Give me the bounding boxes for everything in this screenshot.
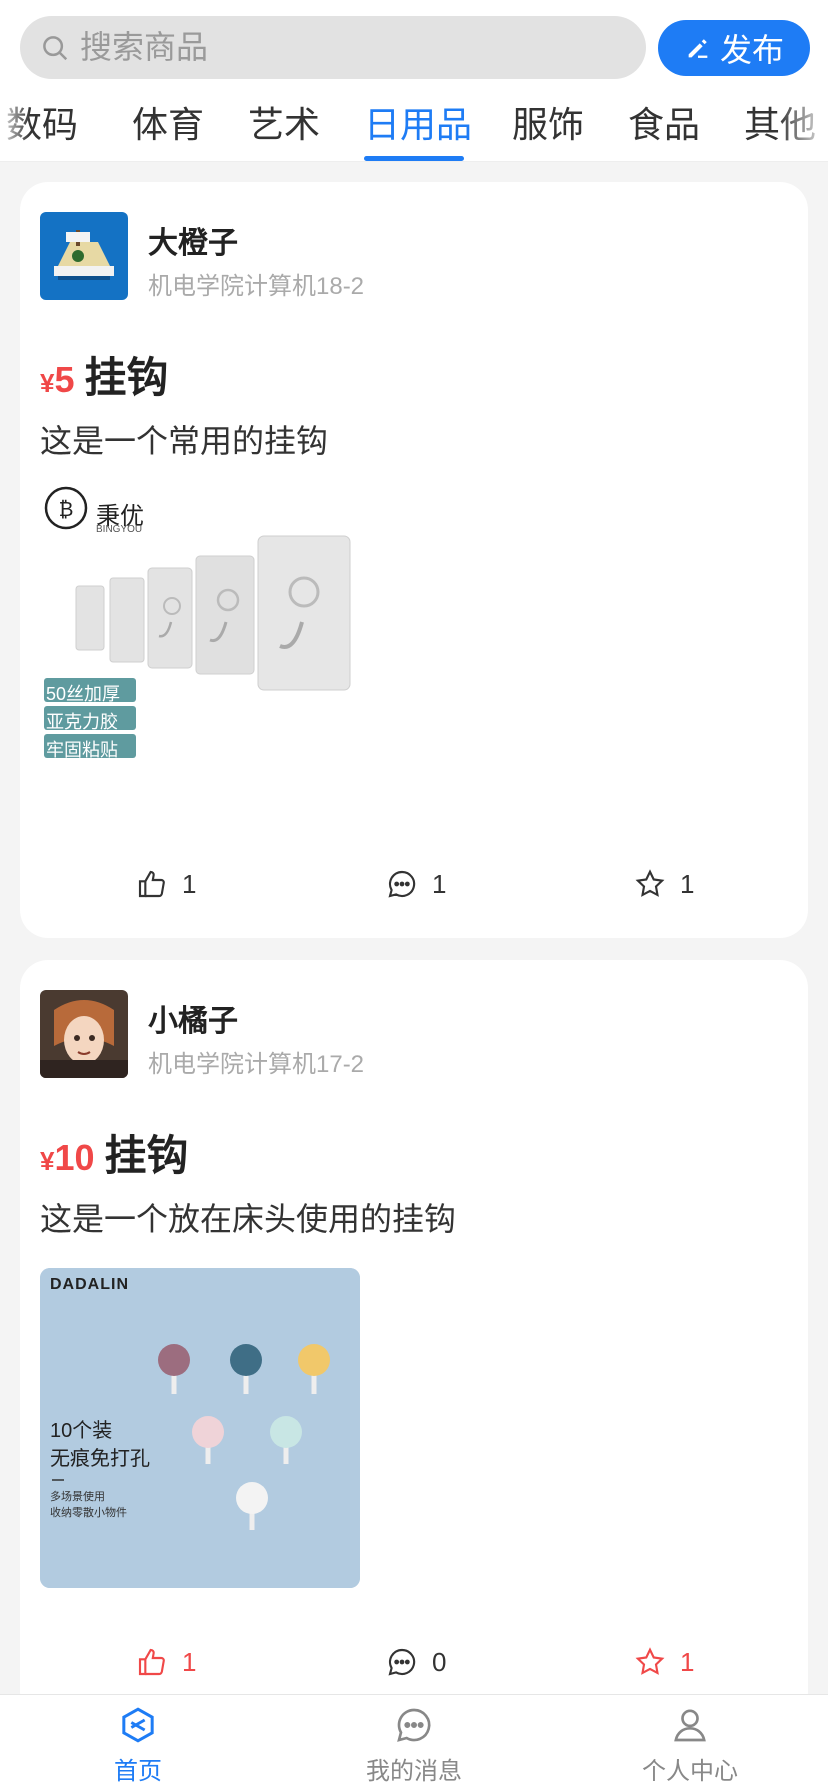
publish-label: 发布: [719, 32, 784, 68]
user-school: 机电学院计算机18-2: [148, 273, 365, 300]
username[interactable]: 大橙子: [148, 218, 238, 262]
image-line: 无痕免打孔: [50, 1448, 150, 1470]
nav-messages-label: 我的消息: [366, 1758, 462, 1785]
thumbs-up-icon: [138, 1648, 165, 1676]
nav-home-label: 首页: [114, 1758, 162, 1785]
search-input[interactable]: [80, 29, 580, 66]
tab-food[interactable]: 食品: [628, 96, 700, 148]
post-card[interactable]: 大橙子 机电学院计算机18-2 ¥ 5 挂钩 这是一个常用的挂钩 ₿ 秉优 BI…: [20, 182, 808, 938]
image-line: 10个装: [50, 1420, 113, 1442]
active-tab-indicator: [364, 156, 464, 161]
message-icon: [397, 1708, 431, 1742]
product-description: 这是一个放在床头使用的挂钩: [40, 1201, 457, 1237]
image-brand: DADALIN: [50, 1276, 129, 1293]
post-actions: 1 1 1: [20, 868, 808, 908]
tabs-fade-right: [778, 82, 828, 161]
comment-icon: [388, 870, 416, 898]
price-title-line: ¥ 5 挂钩: [40, 344, 169, 405]
favorite-button[interactable]: 1: [634, 1646, 694, 1678]
comment-count: 0: [432, 1646, 447, 1677]
nav-profile-label: 个人中心: [642, 1758, 738, 1785]
image-line: 收纳零散小物件: [50, 1507, 127, 1519]
avatar[interactable]: [40, 212, 128, 300]
tab-art[interactable]: 艺术: [248, 96, 320, 148]
username[interactable]: 小橘子: [148, 996, 238, 1040]
image-brand-en: BINGYOU: [96, 524, 143, 535]
tab-daily-goods[interactable]: 日用品: [364, 96, 472, 148]
favorite-count: 1: [680, 868, 695, 899]
like-count: 1: [182, 1646, 197, 1677]
avatar[interactable]: [40, 990, 128, 1078]
nav-home[interactable]: 首页: [68, 1705, 208, 1786]
user-school: 机电学院计算机17-2: [148, 1051, 365, 1078]
post-actions: 1 0 1: [20, 1646, 808, 1686]
search-icon: [43, 35, 68, 60]
tabs-fade-left: [0, 82, 30, 161]
tab-sports[interactable]: 体育: [132, 96, 204, 148]
home-icon: [122, 1707, 154, 1743]
person-icon: [674, 1709, 706, 1742]
tab-clothing[interactable]: 服饰: [512, 96, 584, 148]
star-icon: [635, 1647, 665, 1675]
nav-messages[interactable]: 我的消息: [344, 1705, 484, 1786]
thumbs-up-icon: [138, 870, 165, 898]
bottom-nav: 首页 我的消息 个人中心: [0, 1694, 828, 1792]
edit-icon: [688, 39, 708, 58]
publish-button[interactable]: 发布: [658, 20, 810, 76]
like-button[interactable]: 1: [136, 868, 196, 900]
post-card[interactable]: 小橘子 机电学院计算机17-2 ¥ 10 挂钩 这是一个放在床头使用的挂钩 DA…: [20, 960, 808, 1720]
search-bar[interactable]: [20, 16, 646, 79]
price-value: 5: [54, 359, 75, 400]
image-badge: 50丝加厚: [46, 684, 121, 704]
star-icon: [635, 869, 665, 897]
currency-symbol: ¥: [40, 368, 55, 398]
comment-button[interactable]: 1: [386, 868, 446, 900]
favorite-button[interactable]: 1: [634, 868, 694, 900]
product-description: 这是一个常用的挂钩: [40, 423, 329, 459]
comment-button[interactable]: 0: [386, 1646, 446, 1678]
product-image[interactable]: DADALIN 10个装 无痕免打孔 多场景使用 收纳零散小物件: [40, 1268, 360, 1588]
category-tabs: 数码 体育 艺术 日用品 服饰 食品 其他: [0, 82, 828, 162]
comment-count: 1: [432, 868, 447, 899]
image-badge: 牢固粘贴: [46, 740, 118, 760]
like-count: 1: [182, 868, 197, 899]
top-bar: 发布: [0, 0, 828, 82]
currency-symbol: ¥: [40, 1146, 55, 1176]
price-title-line: ¥ 10 挂钩: [40, 1122, 189, 1183]
price-value: 10: [54, 1137, 95, 1178]
product-title: 挂钩: [84, 354, 169, 401]
favorite-count: 1: [680, 1646, 695, 1677]
like-button[interactable]: 1: [136, 1646, 196, 1678]
comment-icon: [388, 1648, 416, 1676]
svg-text:₿: ₿: [59, 497, 74, 521]
image-badge: 亚克力胶: [46, 712, 118, 732]
image-line: 多场景使用: [50, 1491, 105, 1503]
product-image[interactable]: ₿ 秉优 BINGYOU 50丝加厚 亚克力胶 牢固粘贴: [40, 482, 360, 802]
nav-profile[interactable]: 个人中心: [620, 1705, 760, 1786]
product-title: 挂钩: [104, 1132, 189, 1179]
